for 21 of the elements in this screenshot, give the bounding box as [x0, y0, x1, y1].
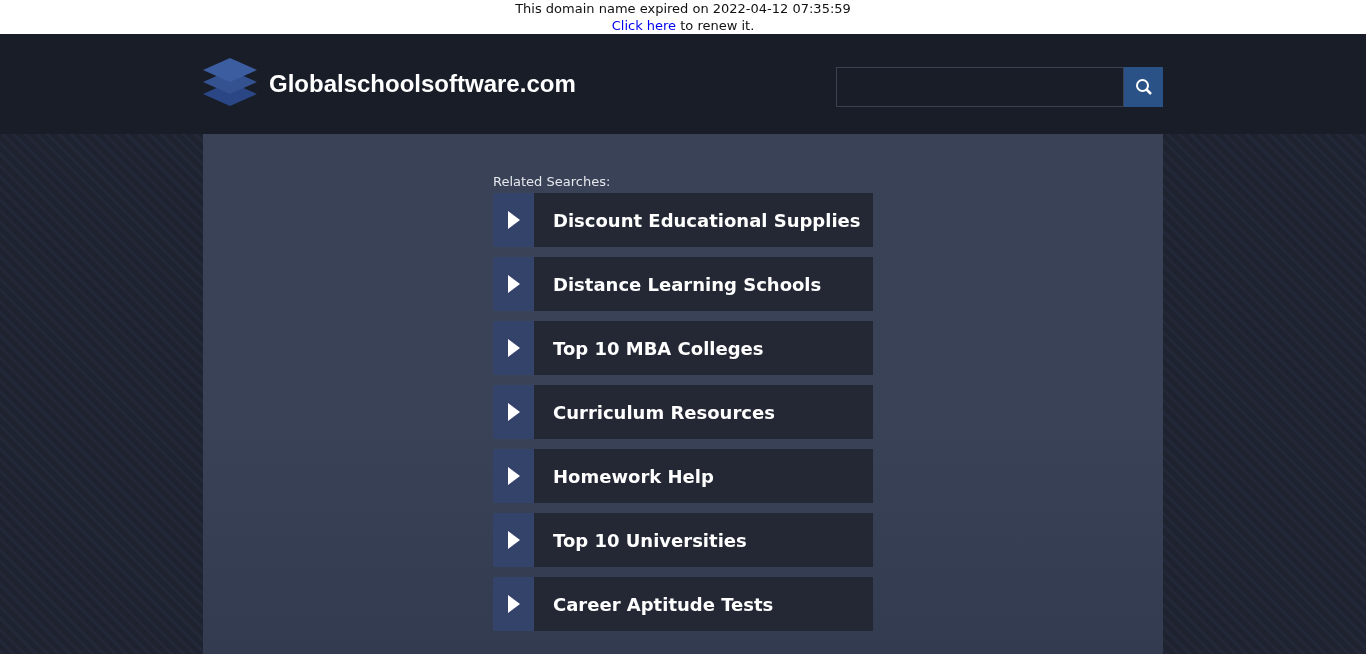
play-arrow-icon [507, 467, 520, 485]
search-icon [1134, 78, 1153, 96]
site-name: Globalschoolsoftware.com [269, 70, 576, 98]
play-arrow-icon [507, 595, 520, 613]
related-searches-heading: Related Searches: [493, 174, 612, 189]
renew-link[interactable]: Click here [611, 18, 677, 33]
play-arrow-icon [507, 211, 520, 229]
related-search-link[interactable]: Distance Learning Schools [493, 257, 873, 311]
related-search-link[interactable]: Curriculum Resources [493, 385, 873, 439]
related-search-link[interactable]: Discount Educational Supplies [493, 193, 873, 247]
search-field[interactable] [836, 67, 1124, 107]
search-button[interactable] [1124, 67, 1163, 107]
expired-notice: This domain name expired on 2022-04-12 07:35:59 Click here to renew it. [514, 0, 852, 34]
related-search-link[interactable]: Top 10 MBA Colleges [493, 321, 873, 375]
play-arrow-icon [507, 275, 520, 293]
related-search-link[interactable]: Homework Help [493, 449, 873, 503]
play-arrow-icon [507, 339, 520, 357]
related-search-link[interactable]: Career Aptitude Tests [493, 577, 873, 631]
play-arrow-icon [507, 531, 520, 549]
related-search-link[interactable]: Top 10 Universities [493, 513, 873, 567]
play-arrow-icon [507, 403, 520, 421]
